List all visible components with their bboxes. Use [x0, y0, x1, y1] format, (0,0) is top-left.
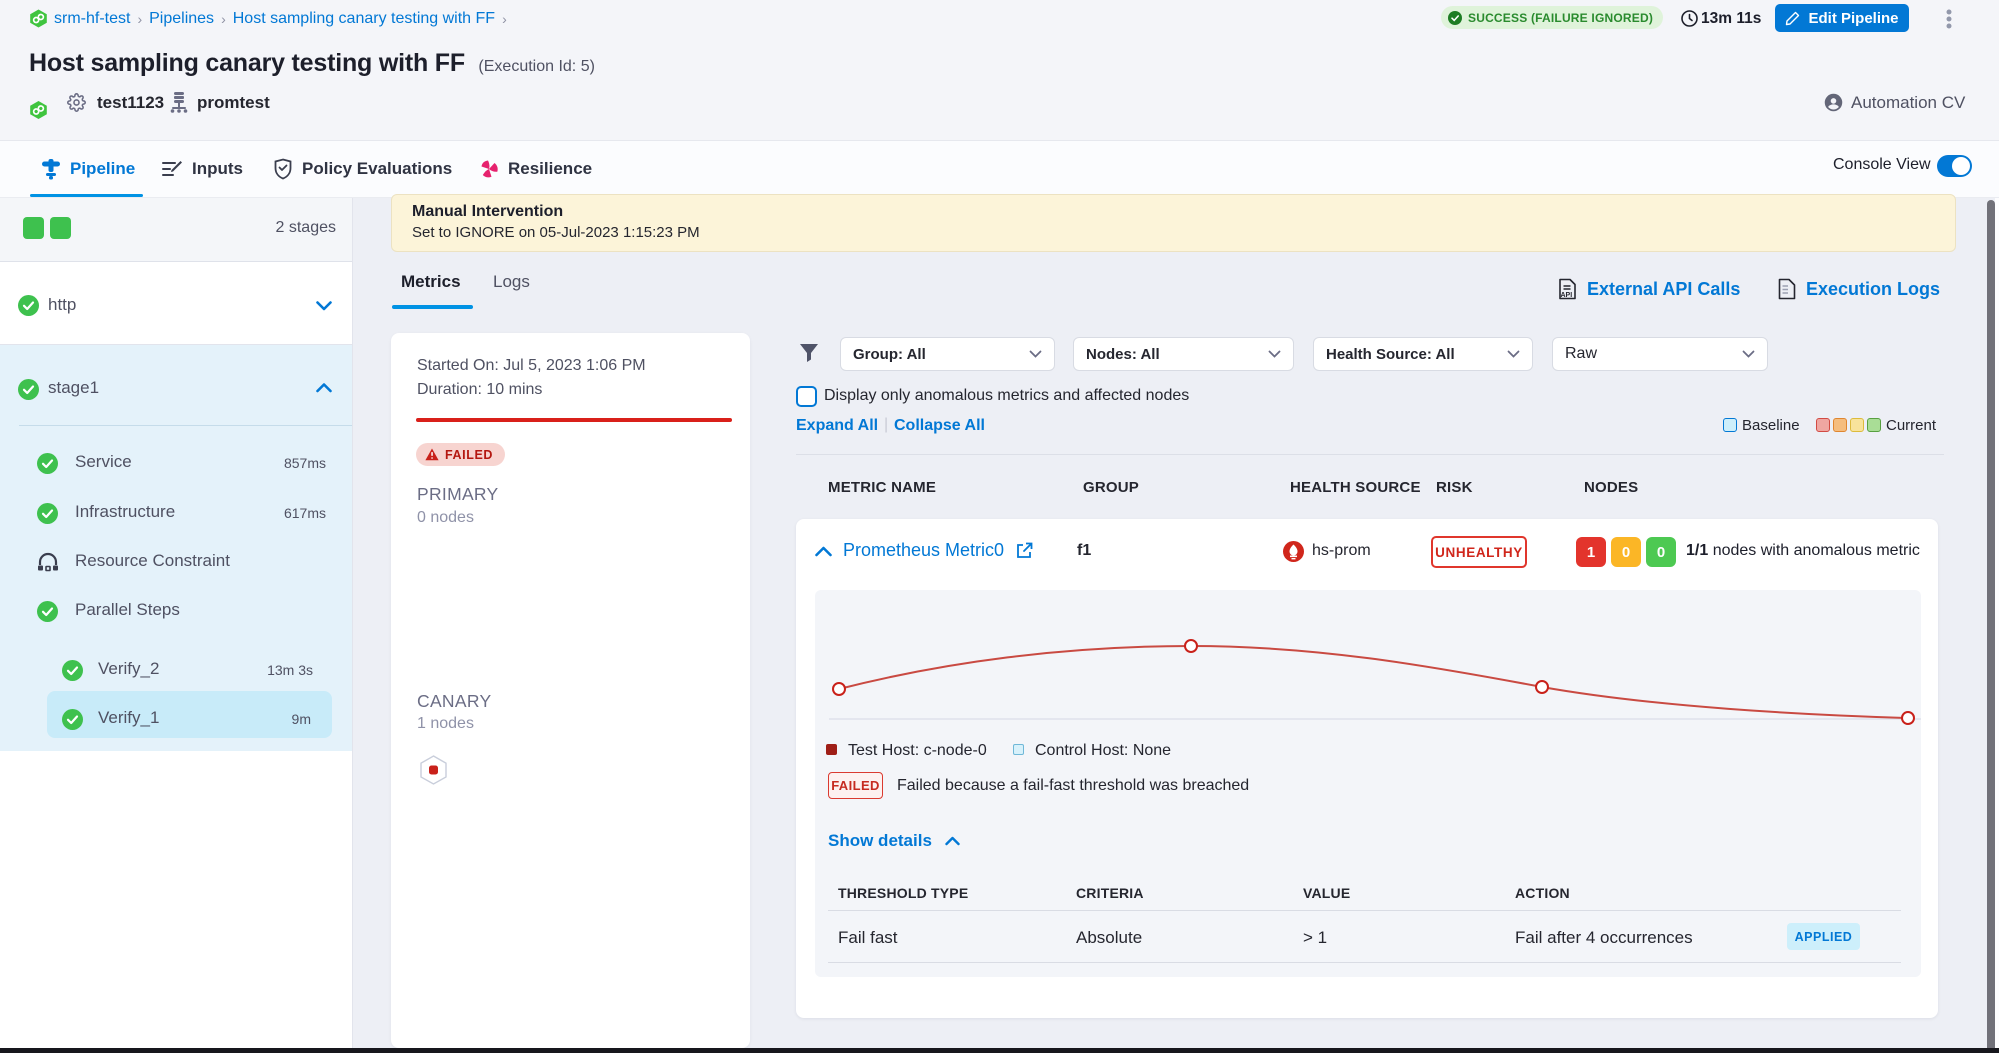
- svg-text:API: API: [1561, 292, 1573, 299]
